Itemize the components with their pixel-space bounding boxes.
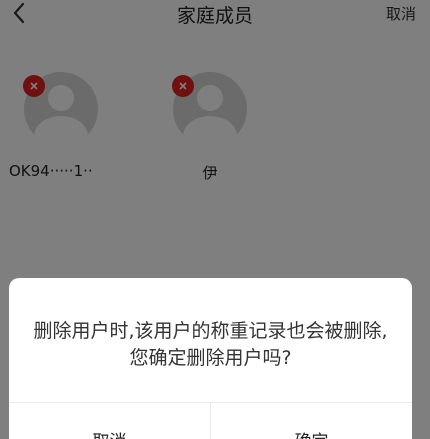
dialog-message: 删除用户时,该用户的称重记录也会被删除,您确定删除用户吗? (33, 320, 388, 369)
dialog-cancel-button[interactable]: 取消 (9, 403, 211, 439)
confirm-delete-dialog: 删除用户时,该用户的称重记录也会被删除,您确定删除用户吗? 取消 确定 (9, 278, 412, 439)
dialog-actions: 取消 确定 (9, 402, 412, 439)
dialog-confirm-button[interactable]: 确定 (211, 403, 412, 439)
